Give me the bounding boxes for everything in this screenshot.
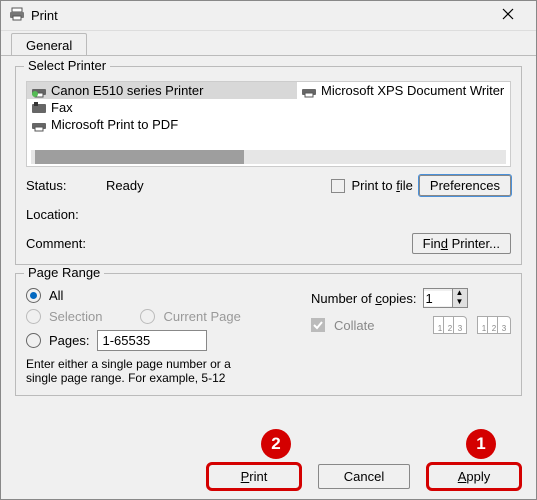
printer-icon — [9, 7, 25, 24]
location-label: Location: — [26, 207, 106, 222]
group-page-range: Page Range All Selection Current Page — [15, 273, 522, 396]
print-to-file-checkbox[interactable]: Print to file — [331, 178, 413, 194]
spinner-down-icon[interactable]: ▼ — [453, 298, 467, 307]
status-value: Ready — [106, 178, 144, 193]
printer-icon — [31, 118, 47, 132]
fax-icon — [31, 101, 47, 115]
collate-label: Collate — [334, 318, 374, 333]
legend-select-printer: Select Printer — [24, 58, 110, 73]
printer-icon — [301, 84, 317, 98]
accel-underline: c — [375, 291, 382, 306]
tab-general[interactable]: General — [11, 33, 87, 55]
titlebar: Print — [1, 1, 536, 31]
apply-button[interactable]: Apply — [428, 464, 520, 489]
printer-item[interactable]: Microsoft Print to PDF — [27, 116, 297, 133]
printer-item-label: Microsoft XPS Document Writer — [321, 83, 504, 98]
callout-badge: 2 — [261, 429, 291, 459]
radio-current-page — [140, 309, 155, 324]
collate-illustration: 123 123 — [433, 316, 511, 334]
radio-pages-label: Pages: — [49, 333, 89, 348]
pages-hint: Enter either a single page number or a s… — [26, 357, 311, 385]
accel-underline: A — [458, 469, 467, 484]
printer-item-label: Fax — [51, 100, 73, 115]
print-button[interactable]: Print — [208, 464, 300, 489]
find-printer-button[interactable]: Find Printer... — [412, 233, 511, 254]
tab-panel-general: Select Printer Canon E510 series Printer… — [1, 55, 536, 451]
legend-page-range: Page Range — [24, 265, 104, 280]
radio-pages[interactable] — [26, 333, 41, 348]
dialog-buttons: Print Cancel Apply — [208, 464, 520, 489]
copies-spinner[interactable]: ▲ ▼ — [423, 288, 468, 308]
radio-current-page-label: Current Page — [163, 309, 240, 324]
printer-item[interactable]: Microsoft XPS Document Writer — [297, 82, 511, 99]
pages-input[interactable] — [97, 330, 207, 351]
checkbox-icon — [331, 179, 345, 193]
accel-underline: f — [396, 178, 400, 193]
accel-underline: d — [441, 236, 448, 251]
callout-badge: 1 — [466, 429, 496, 459]
status-label: Status: — [26, 178, 106, 193]
copies-input[interactable] — [424, 291, 452, 306]
printer-item-label: Microsoft Print to PDF — [51, 117, 178, 132]
printer-list[interactable]: Canon E510 series Printer Fax Microsoft … — [26, 81, 511, 167]
printer-icon — [31, 84, 47, 98]
print-dialog: Print General Select Printer Canon E510 … — [0, 0, 537, 500]
tabstrip: General — [1, 31, 536, 55]
accel-underline: P — [241, 469, 250, 484]
radio-all[interactable] — [26, 288, 41, 303]
radio-all-label: All — [49, 288, 63, 303]
group-select-printer: Select Printer Canon E510 series Printer… — [15, 66, 522, 265]
close-icon[interactable] — [488, 7, 528, 25]
radio-selection — [26, 309, 41, 324]
copies-label: Number of copies: — [311, 291, 417, 306]
preferences-button[interactable]: Preferences — [419, 175, 511, 196]
radio-selection-label: Selection — [49, 309, 102, 324]
scrollbar-horizontal[interactable] — [31, 150, 506, 164]
printer-item[interactable]: Fax — [27, 99, 297, 116]
cancel-button[interactable]: Cancel — [318, 464, 410, 489]
collate-checkbox — [311, 318, 325, 332]
scrollbar-thumb[interactable] — [35, 150, 244, 164]
window-title: Print — [31, 8, 488, 23]
printer-item-label: Canon E510 series Printer — [51, 83, 203, 98]
comment-label: Comment: — [26, 236, 106, 251]
printer-item[interactable]: Canon E510 series Printer — [27, 82, 297, 99]
